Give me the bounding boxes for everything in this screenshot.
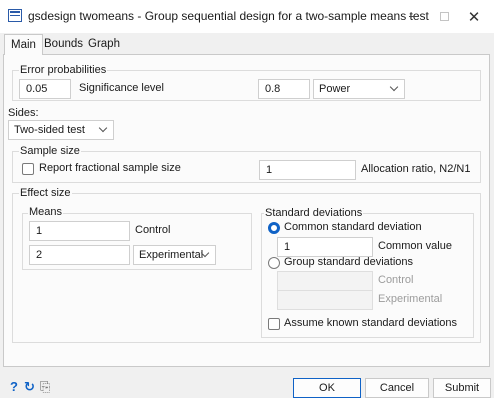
significance-input[interactable]: 0.05	[19, 79, 71, 99]
control-mean-label: Control	[135, 224, 171, 236]
effect-size-legend: Effect size	[19, 187, 72, 199]
minimize-icon	[409, 16, 419, 17]
fractional-sample-size-checkbox[interactable]	[22, 163, 34, 175]
power-select[interactable]: Power	[313, 79, 405, 99]
assume-known-sd-label: Assume known standard deviations	[284, 317, 458, 329]
cancel-button[interactable]: Cancel	[365, 378, 429, 398]
standard-deviations-legend: Standard deviations	[264, 207, 364, 219]
sides-label: Sides:	[8, 107, 39, 119]
sides-select[interactable]: Two-sided test	[8, 120, 114, 140]
maximize-icon	[439, 12, 449, 21]
tab-graph[interactable]: Graph	[82, 36, 126, 54]
chevron-down-icon	[389, 82, 399, 92]
power-select-value: Power	[319, 83, 351, 95]
group-sd-radio[interactable]	[268, 257, 280, 269]
allocation-ratio-input[interactable]: 1	[259, 160, 356, 180]
app-icon	[8, 9, 22, 22]
experimental-mean-input[interactable]: 2	[29, 245, 130, 265]
error-probabilities-legend: Error probabilities	[19, 64, 108, 76]
close-icon: ✕	[467, 8, 481, 26]
common-sd-radio[interactable]	[268, 222, 280, 234]
tab-main[interactable]: Main	[4, 34, 43, 55]
control-sd-label: Control	[378, 274, 414, 286]
experimental-mean-select[interactable]: Experimental	[133, 245, 216, 265]
chevron-down-icon	[98, 123, 108, 133]
experimental-sd-label: Experimental	[378, 293, 443, 305]
reset-icon[interactable]: ↻	[24, 379, 35, 395]
experimental-mean-select-value: Experimental	[139, 249, 204, 261]
window-title: gsdesign twomeans - Group sequential des…	[28, 9, 429, 23]
sides-select-value: Two-sided test	[14, 124, 85, 136]
power-input[interactable]: 0.8	[258, 79, 310, 99]
tab-bar: Main Bounds Graph	[0, 33, 494, 55]
sample-size-legend: Sample size	[19, 145, 81, 157]
group-sd-label: Group standard deviations	[284, 256, 414, 268]
experimental-sd-input[interactable]	[277, 290, 373, 310]
means-legend: Means	[28, 206, 64, 218]
control-mean-input[interactable]: 1	[29, 221, 130, 241]
help-icon[interactable]: ?	[10, 379, 18, 394]
common-sd-label: Common standard deviation	[284, 221, 422, 233]
button-bar: ? ↻ ⎘ OK Cancel Submit	[0, 367, 494, 398]
significance-label: Significance level	[79, 82, 164, 94]
dialog-window: gsdesign twomeans - Group sequential des…	[0, 0, 494, 398]
allocation-ratio-label: Allocation ratio, N2/N1	[361, 163, 471, 175]
control-sd-input[interactable]	[277, 271, 373, 291]
fractional-sample-size-label: Report fractional sample size	[39, 162, 181, 174]
assume-known-sd-checkbox[interactable]	[268, 318, 280, 330]
common-sd-input[interactable]: 1	[277, 237, 373, 257]
common-value-label: Common value	[378, 240, 452, 252]
close-button[interactable]: ✕	[454, 0, 494, 33]
ok-button[interactable]: OK	[293, 378, 361, 398]
title-bar: gsdesign twomeans - Group sequential des…	[0, 0, 494, 33]
main-panel: Error probabilities 0.05 Significance le…	[3, 54, 490, 367]
copy-icon[interactable]: ⎘	[40, 379, 50, 395]
submit-button[interactable]: Submit	[433, 378, 491, 398]
